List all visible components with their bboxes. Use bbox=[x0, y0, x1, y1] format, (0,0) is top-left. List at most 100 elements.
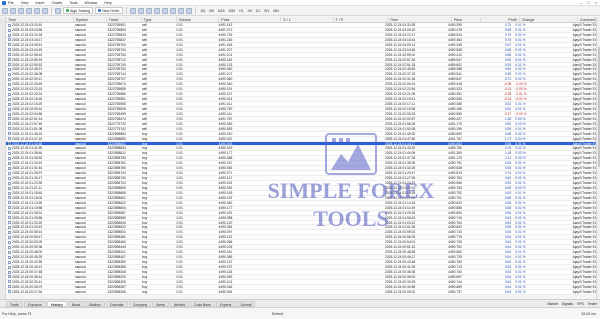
candlestick-icon[interactable] bbox=[153, 7, 160, 14]
terminal-icon[interactable] bbox=[34, 7, 40, 14]
meta-editor-icon[interactable] bbox=[55, 7, 61, 14]
table-cell: 0.64 bbox=[504, 274, 512, 279]
table-cell: AjayX/Trader EA bbox=[572, 146, 596, 151]
table-cell: 4490.427 bbox=[448, 116, 462, 121]
table-cell: AjayX/Trader EA bbox=[572, 32, 596, 37]
new-order-button[interactable]: New Order bbox=[95, 7, 123, 14]
tester-icon[interactable] bbox=[42, 7, 48, 14]
zoom-in-icon[interactable] bbox=[169, 7, 176, 14]
table-cell bbox=[329, 186, 383, 190]
timeframe-m5[interactable]: M5 bbox=[207, 9, 216, 13]
maximize-icon[interactable]: □ bbox=[587, 0, 589, 5]
table-cell: 0.59 bbox=[504, 27, 512, 32]
vertical-scrollbar[interactable] bbox=[596, 17, 600, 299]
tab-alerts[interactable]: Alerts bbox=[152, 300, 169, 307]
timeframe-m30[interactable]: M30 bbox=[227, 9, 238, 13]
table-cell: 0.01 bbox=[176, 166, 183, 171]
timeframe-m1[interactable]: M1 bbox=[199, 9, 208, 13]
table-cell: 0.02 % bbox=[515, 32, 526, 37]
tab-company[interactable]: Company bbox=[128, 300, 152, 307]
timeframe-h1[interactable]: H1 bbox=[237, 9, 245, 13]
menu-item-window[interactable]: Window bbox=[85, 1, 98, 5]
table-cell: 0.64 bbox=[504, 245, 512, 250]
zoom-out-icon[interactable] bbox=[177, 7, 184, 14]
table-cell: 4490.147 bbox=[218, 176, 233, 180]
tab-code-base[interactable]: Code Base bbox=[190, 300, 215, 307]
tab-trade[interactable]: Trade bbox=[6, 300, 23, 307]
new-chart-icon[interactable] bbox=[2, 7, 8, 14]
table-cell: xauusd bbox=[74, 82, 86, 87]
table-cell: 3322755727 bbox=[107, 77, 126, 82]
table-cell: 0.01 bbox=[176, 255, 183, 259]
menu-item-help[interactable]: Help bbox=[104, 1, 111, 5]
table-cell: xauusd bbox=[74, 230, 86, 235]
timeframe-m15[interactable]: M15 bbox=[216, 9, 227, 13]
chart-down-icon[interactable] bbox=[137, 7, 144, 14]
signals-link[interactable]: Signals bbox=[562, 302, 573, 306]
timeframe-d1[interactable]: D1 bbox=[254, 9, 262, 13]
tab-history[interactable]: History bbox=[47, 300, 67, 307]
tab-mailbox[interactable]: Mailbox bbox=[85, 300, 105, 307]
table-cell: 4490.541 bbox=[448, 72, 462, 77]
table-cell: 0.64 bbox=[504, 264, 512, 269]
table-cell: AjayX/Trader EA bbox=[572, 23, 596, 27]
table-cell: 3322898760 bbox=[107, 166, 126, 171]
timeframe-h4[interactable]: H4 bbox=[246, 9, 254, 13]
menu-item-insert[interactable]: Insert bbox=[36, 1, 45, 5]
tab-calendar[interactable]: Calendar bbox=[105, 300, 128, 307]
table-cell: AjayX/Trader EA bbox=[572, 255, 596, 259]
table-cell: xauusd bbox=[74, 136, 86, 141]
profiles-icon[interactable] bbox=[10, 7, 16, 14]
table-cell: 0.01 bbox=[176, 260, 183, 264]
tab-experts[interactable]: Experts bbox=[215, 300, 236, 307]
menu-item-tools[interactable]: Tools bbox=[69, 1, 77, 5]
cell-text: 2025.12.24 02:18:18 bbox=[12, 97, 43, 101]
table-cell: 0.63 bbox=[504, 220, 512, 225]
table-row[interactable]: 2025.12.24 00:27:34 xauusd 3322898266 buy 0.… bbox=[6, 289, 596, 295]
tab-articles[interactable]: Articles bbox=[169, 300, 189, 307]
tester-link[interactable]: Tester bbox=[588, 302, 597, 306]
tab-journal[interactable]: Journal bbox=[236, 300, 256, 307]
minimize-icon[interactable]: – bbox=[580, 0, 582, 5]
cell-text: 2025.12.24 00:45:29 bbox=[12, 255, 43, 259]
menu-item-charts[interactable]: Charts bbox=[52, 1, 63, 5]
table-cell: 4490.754 bbox=[448, 220, 462, 225]
chart-up-icon[interactable] bbox=[129, 7, 136, 14]
table-cell: 4490.751 bbox=[448, 245, 462, 250]
menu-item-view[interactable]: View bbox=[21, 1, 29, 5]
timeframe-w1[interactable]: W1 bbox=[262, 9, 271, 13]
table-cell: 3322755499 bbox=[107, 111, 126, 116]
table-cell: 0.01 bbox=[176, 52, 183, 57]
table-cell bbox=[329, 92, 383, 96]
table-cell: 2025.12.24 03:09:13 bbox=[385, 42, 416, 47]
table-cell bbox=[329, 255, 383, 259]
tile-windows-icon[interactable] bbox=[185, 7, 192, 14]
tab-exposure[interactable]: Exposure bbox=[23, 300, 47, 307]
menu-item-file[interactable]: File bbox=[8, 1, 14, 5]
navigator-icon[interactable] bbox=[26, 7, 32, 14]
algo-trading-button[interactable]: Algo Trading bbox=[63, 7, 94, 14]
table-cell: 4490.690 bbox=[448, 131, 462, 136]
table-cell bbox=[329, 181, 383, 185]
tab-news[interactable]: News bbox=[67, 300, 85, 307]
table-cell: 0.02 % bbox=[515, 185, 526, 190]
table-cell bbox=[329, 260, 383, 264]
table-cell: buy bbox=[141, 171, 148, 176]
table-cell: 0.79 bbox=[504, 32, 512, 37]
timeframe-mn[interactable]: MN bbox=[271, 9, 280, 13]
market-watch-icon[interactable] bbox=[18, 7, 24, 14]
close-icon[interactable]: × bbox=[595, 0, 597, 5]
table-cell bbox=[329, 146, 383, 150]
row-type-icon bbox=[8, 265, 11, 269]
table-cell bbox=[278, 225, 330, 229]
table-cell: 4490.388 bbox=[448, 102, 462, 106]
line-chart-icon[interactable] bbox=[161, 7, 168, 14]
bar-chart-icon[interactable] bbox=[145, 7, 152, 14]
market-link[interactable]: Market bbox=[547, 302, 557, 306]
vps-link[interactable]: VPS bbox=[577, 302, 584, 306]
table-cell: 2025.12.24 01:37:33 bbox=[385, 156, 416, 161]
table-cell: 4490.694 bbox=[448, 210, 462, 215]
status-bar: For Help, press F1 Default 28.63 ms bbox=[0, 307, 600, 319]
table-cell: AjayX/Trader EA bbox=[572, 37, 596, 42]
table-cell: 2025.12.24 00:32:41 bbox=[6, 280, 73, 284]
